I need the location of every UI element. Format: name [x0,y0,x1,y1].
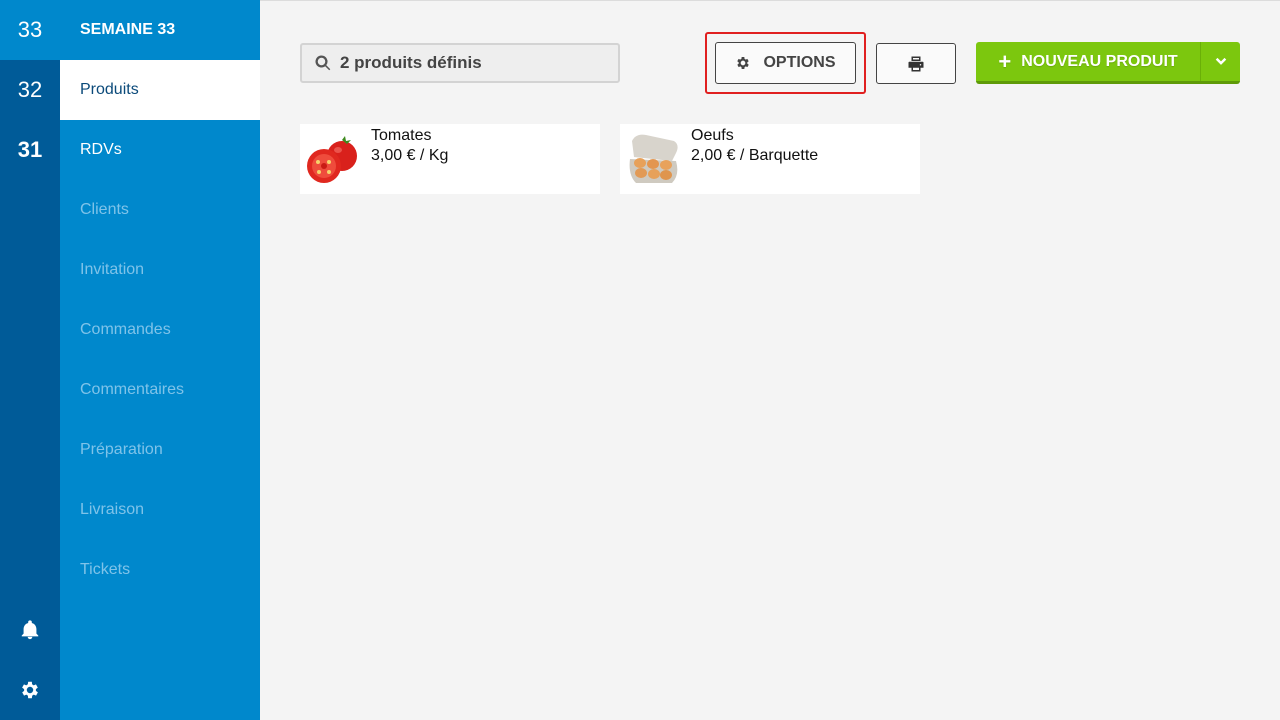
printer-icon [908,56,924,71]
settings-gear-icon[interactable] [0,660,60,720]
new-product-button[interactable]: + NOUVEAU PRODUIT [976,42,1200,81]
new-product-dropdown-toggle[interactable] [1200,42,1240,81]
bell-icon[interactable] [0,600,60,660]
chevron-down-icon [1215,57,1226,65]
options-label: OPTIONS [763,54,836,71]
tomato-image [300,124,366,194]
menu-item-produits[interactable]: Produits [60,60,260,120]
menu-item-commentaires[interactable]: Commentaires [60,360,260,420]
search-box[interactable] [300,43,620,83]
menu-item-rdvs[interactable]: RDVs [60,120,260,180]
week-rail: 33 32 31 [0,0,60,720]
menu-item-tickets[interactable]: Tickets [60,540,260,600]
product-name: Tomates [371,127,432,144]
menu-item-invitation[interactable]: Invitation [60,240,260,300]
product-price: 3,00 € / Kg [371,147,449,164]
search-input[interactable] [340,53,600,73]
product-price: 2,00 € / Barquette [691,147,819,164]
product-card-tomates[interactable]: Tomates 3,00 € / Kg [300,124,600,194]
plus-icon: + [998,48,1012,74]
menu-title: SEMAINE 33 [80,21,176,38]
product-list: Tomates 3,00 € / Kg Oeufs 2,00 € / Barqu… [300,124,920,194]
week-31[interactable]: 31 [0,120,60,180]
menu-item-livraison[interactable]: Livraison [60,480,260,540]
product-name: Oeufs [691,127,734,144]
options-button[interactable]: OPTIONS [715,42,856,84]
week-33[interactable]: 33 [0,0,60,60]
main-content: OPTIONS + NOUVEAU PRODUIT [260,0,1280,720]
gear-icon [737,57,750,69]
new-product-label: NOUVEAU PRODUIT [1021,52,1178,70]
menu-item-clients[interactable]: Clients [60,180,260,240]
menu-item-commandes[interactable]: Commandes [60,300,260,360]
side-menu: SEMAINE 33 Produits RDVs Clients Invitat… [60,0,260,720]
eggs-image [620,124,686,194]
menu-item-preparation[interactable]: Préparation [60,420,260,480]
print-button[interactable] [876,43,956,84]
week-32[interactable]: 32 [0,60,60,120]
new-product-button-group: + NOUVEAU PRODUIT [976,42,1240,84]
product-card-oeufs[interactable]: Oeufs 2,00 € / Barquette [620,124,920,194]
search-icon [315,55,331,71]
